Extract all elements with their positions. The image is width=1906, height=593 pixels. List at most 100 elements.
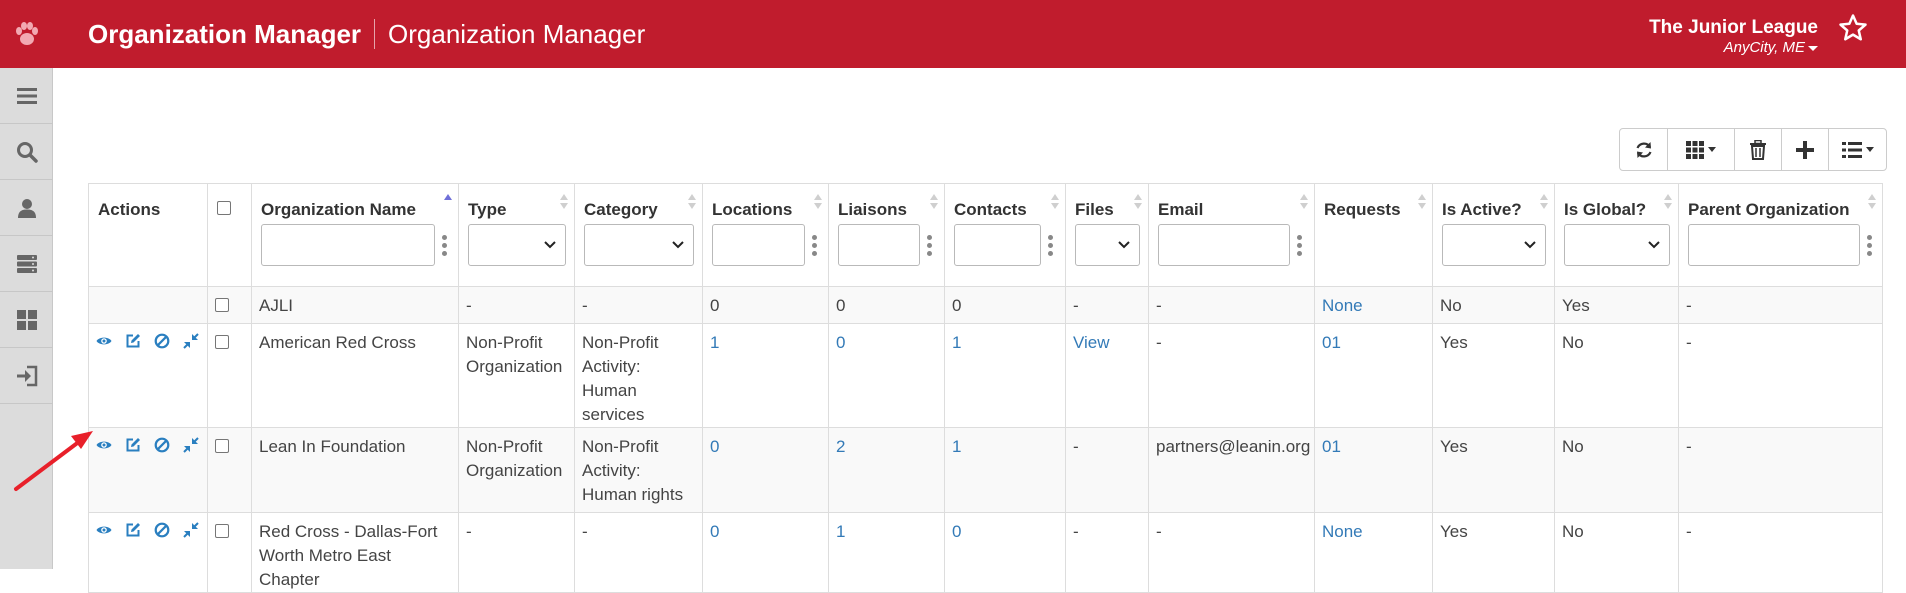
delete-button[interactable] bbox=[1735, 129, 1782, 170]
col-locations[interactable]: Locations bbox=[702, 183, 829, 287]
menu-icon[interactable] bbox=[0, 68, 53, 124]
columns-button[interactable] bbox=[1668, 129, 1735, 170]
refresh-icon bbox=[1635, 141, 1652, 158]
cell-requests: None bbox=[1314, 512, 1433, 593]
col-is-global[interactable]: Is Global? bbox=[1554, 183, 1679, 287]
sort-icon[interactable] bbox=[688, 194, 696, 210]
requests-link[interactable]: None bbox=[1322, 296, 1363, 315]
merge-compress-icon[interactable] bbox=[183, 333, 199, 349]
filter-files-select[interactable] bbox=[1075, 224, 1140, 266]
table-row[interactable]: American Red Cross Non-Profit Organizati… bbox=[88, 323, 1883, 428]
sort-icon[interactable] bbox=[1664, 194, 1672, 210]
col-is-active[interactable]: Is Active? bbox=[1432, 183, 1555, 287]
edit-icon[interactable] bbox=[125, 522, 141, 538]
filter-options-icon[interactable] bbox=[924, 234, 934, 256]
filter-options-icon[interactable] bbox=[1045, 234, 1055, 256]
locations-link[interactable]: 1 bbox=[710, 333, 719, 352]
row-checkbox[interactable] bbox=[215, 439, 229, 453]
view-eye-icon[interactable] bbox=[96, 333, 112, 349]
locations-link[interactable]: 0 bbox=[710, 522, 719, 541]
row-checkbox[interactable] bbox=[215, 524, 229, 538]
col-category[interactable]: Category bbox=[574, 183, 703, 287]
cell-contacts: 0 bbox=[944, 286, 1066, 324]
row-select bbox=[207, 323, 252, 428]
liaisons-link[interactable]: 2 bbox=[836, 437, 845, 456]
contacts-link[interactable]: 1 bbox=[952, 333, 961, 352]
select-all-checkbox[interactable] bbox=[217, 201, 231, 215]
sort-ascending-icon[interactable] bbox=[444, 194, 452, 210]
row-checkbox[interactable] bbox=[215, 335, 229, 349]
col-files[interactable]: Files bbox=[1065, 183, 1149, 287]
locations-link[interactable]: 0 bbox=[710, 437, 719, 456]
disable-ban-icon[interactable] bbox=[154, 437, 170, 453]
logout-icon[interactable] bbox=[0, 348, 53, 404]
sort-icon[interactable] bbox=[1418, 194, 1426, 210]
cell-is-global: No bbox=[1554, 323, 1679, 428]
favorite-star-icon[interactable] bbox=[1838, 13, 1868, 43]
view-eye-icon[interactable] bbox=[96, 522, 112, 538]
requests-link[interactable]: 01 bbox=[1322, 333, 1341, 352]
paw-logo-icon[interactable] bbox=[0, 0, 53, 68]
disable-ban-icon[interactable] bbox=[154, 333, 170, 349]
filter-options-icon[interactable] bbox=[439, 234, 449, 256]
sort-icon[interactable] bbox=[1300, 194, 1308, 210]
sort-icon[interactable] bbox=[1134, 194, 1142, 210]
filter-category-select[interactable] bbox=[584, 224, 694, 266]
col-organization-name[interactable]: Organization Name bbox=[251, 183, 459, 287]
col-email[interactable]: Email bbox=[1148, 183, 1315, 287]
col-parent-organization[interactable]: Parent Organization bbox=[1678, 183, 1883, 287]
edit-icon[interactable] bbox=[125, 437, 141, 453]
liaisons-link[interactable]: 0 bbox=[836, 333, 845, 352]
sort-icon[interactable] bbox=[1540, 194, 1548, 210]
col-type[interactable]: Type bbox=[458, 183, 575, 287]
org-location[interactable]: AnyCity, ME bbox=[1649, 39, 1818, 57]
filter-organization-name-input[interactable] bbox=[261, 224, 435, 266]
sort-icon[interactable] bbox=[930, 194, 938, 210]
filter-contacts-input[interactable] bbox=[954, 224, 1041, 266]
search-icon[interactable] bbox=[0, 124, 53, 180]
filter-options-icon[interactable] bbox=[1294, 234, 1304, 256]
table-row[interactable]: AJLI - - 0 0 0 - - None No Yes - bbox=[88, 286, 1883, 324]
filter-liaisons-input[interactable] bbox=[838, 224, 920, 266]
add-button[interactable] bbox=[1782, 129, 1829, 170]
table-row[interactable]: Lean In Foundation Non-Profit Organizati… bbox=[88, 427, 1883, 513]
merge-compress-icon[interactable] bbox=[183, 437, 199, 453]
filter-locations-input[interactable] bbox=[712, 224, 805, 266]
refresh-button[interactable] bbox=[1620, 129, 1668, 170]
filter-is-global-select[interactable] bbox=[1564, 224, 1670, 266]
row-checkbox[interactable] bbox=[215, 298, 229, 312]
sort-icon[interactable] bbox=[1868, 194, 1876, 210]
server-icon[interactable] bbox=[0, 236, 53, 292]
cell-email: - bbox=[1148, 286, 1315, 324]
list-view-button[interactable] bbox=[1829, 129, 1886, 170]
filter-is-active-select[interactable] bbox=[1442, 224, 1546, 266]
sort-icon[interactable] bbox=[560, 194, 568, 210]
col-contacts[interactable]: Contacts bbox=[944, 183, 1066, 287]
filter-email-input[interactable] bbox=[1158, 224, 1290, 266]
contacts-link[interactable]: 1 bbox=[952, 437, 961, 456]
table-row[interactable]: Red Cross - Dallas-Fort Worth Metro East… bbox=[88, 512, 1883, 593]
edit-icon[interactable] bbox=[125, 333, 141, 349]
files-view-link[interactable]: View bbox=[1073, 333, 1110, 352]
col-requests[interactable]: Requests bbox=[1314, 183, 1433, 287]
view-eye-icon[interactable] bbox=[96, 437, 112, 453]
merge-compress-icon[interactable] bbox=[183, 522, 199, 538]
filter-type-select[interactable] bbox=[468, 224, 566, 266]
disable-ban-icon[interactable] bbox=[154, 522, 170, 538]
filter-parent-organization-input[interactable] bbox=[1688, 224, 1860, 266]
cell-locations: 0 bbox=[702, 427, 829, 513]
liaisons-link[interactable]: 1 bbox=[836, 522, 845, 541]
chevron-down-icon bbox=[1524, 241, 1536, 249]
filter-options-icon[interactable] bbox=[809, 234, 819, 256]
sort-icon[interactable] bbox=[1051, 194, 1059, 210]
requests-link[interactable]: 01 bbox=[1322, 437, 1341, 456]
dashboard-icon[interactable] bbox=[0, 292, 53, 348]
filter-options-icon[interactable] bbox=[1864, 234, 1874, 256]
organization-switcher[interactable]: The Junior League AnyCity, ME bbox=[1649, 17, 1818, 57]
sort-icon[interactable] bbox=[814, 194, 822, 210]
cell-category: - bbox=[574, 512, 703, 593]
contacts-link[interactable]: 0 bbox=[952, 522, 961, 541]
col-liaisons[interactable]: Liaisons bbox=[828, 183, 945, 287]
user-icon[interactable] bbox=[0, 180, 53, 236]
requests-link[interactable]: None bbox=[1322, 522, 1363, 541]
